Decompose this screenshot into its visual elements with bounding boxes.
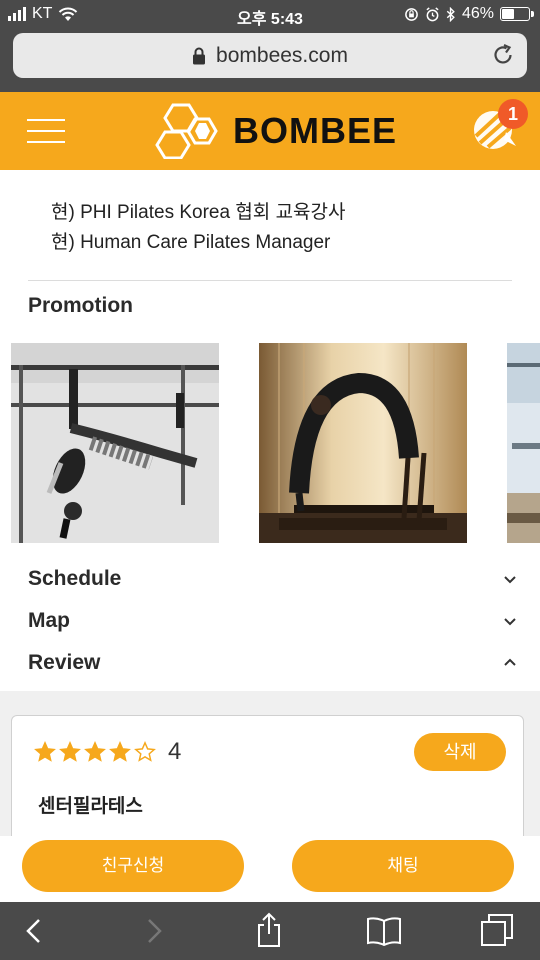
promotion-image-2[interactable] (259, 343, 467, 543)
chevron-up-icon (504, 658, 516, 666)
lock-icon (193, 47, 206, 64)
star-empty-icon (134, 741, 156, 762)
menu-icon[interactable] (27, 119, 65, 143)
battery-percent: 46% (461, 5, 494, 22)
promotion-image-1[interactable] (11, 343, 219, 543)
brand-name: BOMBEE (233, 110, 398, 151)
back-icon[interactable] (22, 916, 46, 946)
status-right: 46% (404, 5, 534, 23)
notification-badge: 1 (498, 99, 528, 129)
browser-address-area: bombees.com (0, 30, 540, 92)
reviewer-name: 센터필라테스 (38, 796, 143, 817)
star-filled-icon (34, 741, 56, 762)
stars (34, 741, 156, 763)
action-bar: 친구신청 채팅 (0, 836, 540, 902)
app-header: BOMBEE 1 (0, 92, 540, 170)
forward-icon[interactable] (142, 916, 166, 946)
alarm-icon (426, 6, 439, 21)
bookmarks-icon[interactable] (366, 916, 402, 946)
rating-value: 4 (168, 738, 182, 765)
schedule-heading: Schedule (28, 567, 122, 590)
map-heading: Map (28, 609, 70, 632)
orientation-lock-icon (405, 7, 418, 21)
notification-button[interactable]: 1 (472, 99, 528, 156)
star-filled-icon (84, 741, 106, 762)
career-list: 현) PHI Pilates Korea 협회 교육강사 현) Human Ca… (0, 170, 540, 258)
promotion-heading: Promotion (28, 294, 133, 317)
review-card: 4 삭제 센터필라테스 (11, 715, 524, 855)
status-bar: KT 오후 5:43 46% (0, 0, 540, 30)
chevron-down-icon (504, 618, 516, 626)
honeycomb-logo-icon (155, 103, 218, 159)
browser-toolbar (0, 902, 540, 960)
delete-review-button[interactable]: 삭제 (414, 733, 506, 771)
promotion-carousel[interactable] (0, 343, 540, 543)
chat-button[interactable]: 채팅 (292, 840, 514, 892)
chevron-down-icon (504, 576, 516, 584)
battery-icon (500, 7, 534, 21)
promotion-image-3[interactable] (507, 343, 540, 543)
career-line: 현) Human Care Pilates Manager (51, 232, 331, 253)
url-text: bombees.com (216, 43, 348, 67)
review-accordion[interactable]: Review (28, 651, 518, 675)
address-bar[interactable]: bombees.com (13, 33, 527, 78)
reload-icon[interactable] (491, 43, 515, 67)
star-filled-icon (59, 741, 81, 762)
bluetooth-icon (446, 6, 455, 22)
map-accordion[interactable]: Map (28, 609, 518, 633)
schedule-accordion[interactable]: Schedule (28, 567, 518, 591)
divider (28, 280, 512, 281)
tabs-icon[interactable] (480, 913, 514, 947)
career-line: 현) PHI Pilates Korea 협회 교육강사 (51, 202, 346, 223)
battery-fill (502, 9, 514, 19)
star-rating: 4 (34, 738, 181, 766)
brand-logo[interactable]: BOMBEE (155, 103, 397, 159)
share-icon[interactable] (255, 912, 283, 948)
review-heading: Review (28, 651, 101, 674)
friend-request-button[interactable]: 친구신청 (22, 840, 244, 892)
star-filled-icon (109, 741, 131, 762)
page-content: 현) PHI Pilates Korea 협회 교육강사 현) Human Ca… (0, 170, 540, 543)
